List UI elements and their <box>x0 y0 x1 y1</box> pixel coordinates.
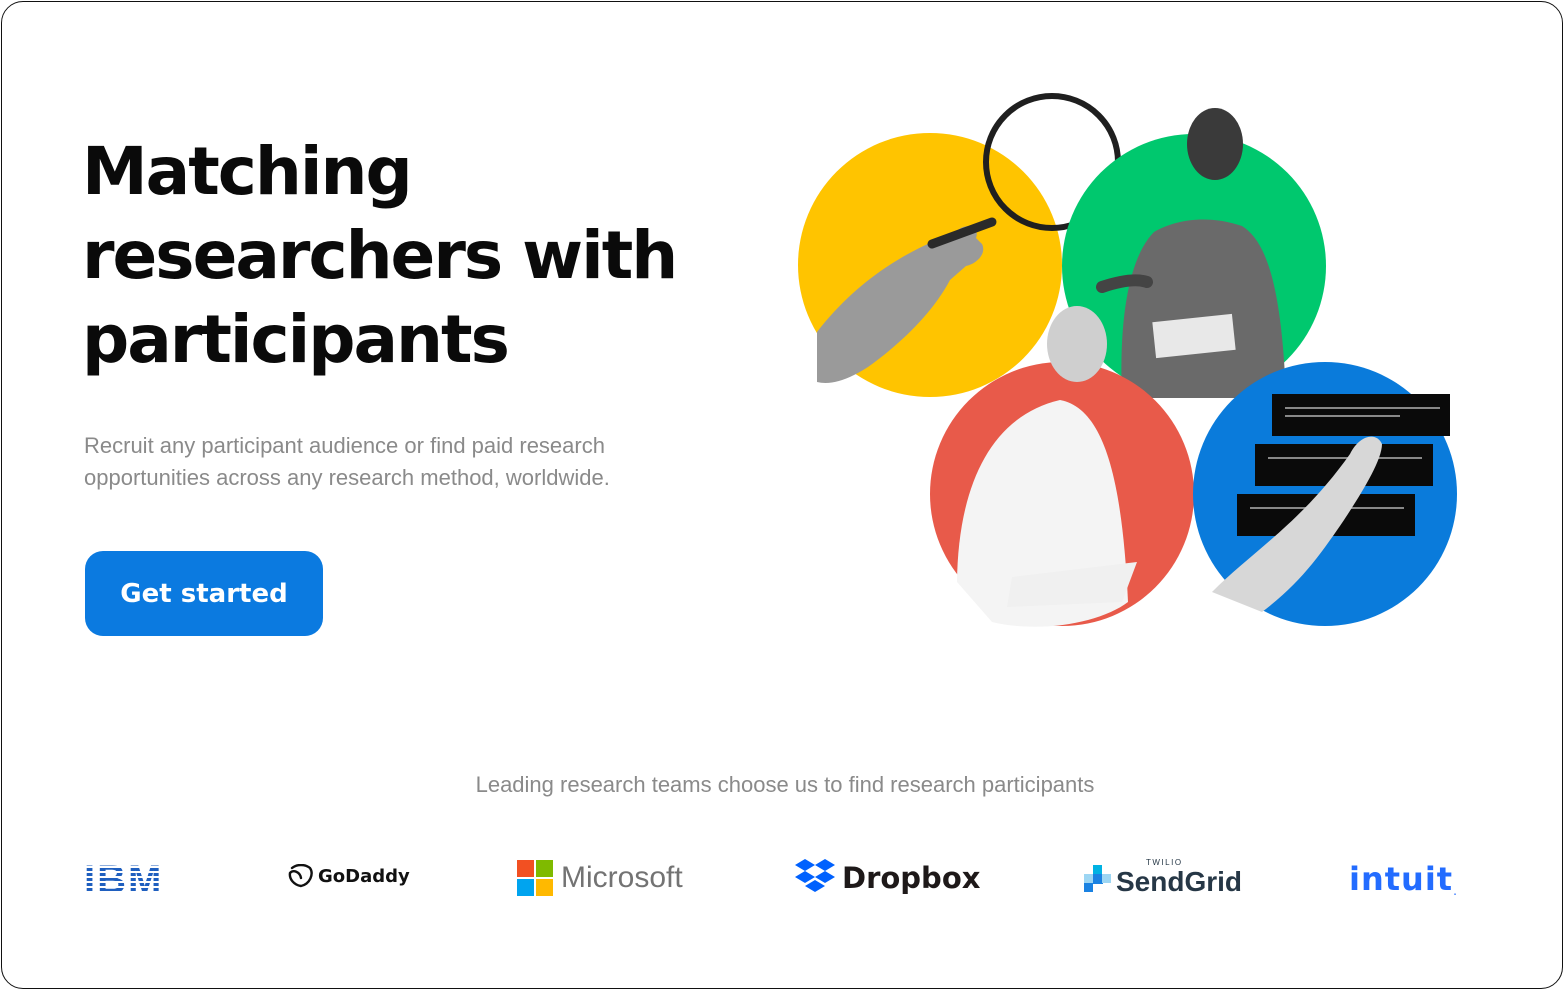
microsoft-logo: Microsoft <box>517 860 683 896</box>
hero-title-line: Matching <box>82 133 413 210</box>
person-icon <box>1047 306 1107 382</box>
sendgrid-twilio-text: TWILIO <box>1146 858 1183 867</box>
dropbox-logo-text: Dropbox <box>842 861 981 895</box>
get-started-button[interactable]: Get started <box>85 551 323 636</box>
godaddy-logo: GoDaddy <box>288 864 410 888</box>
intuit-logo-text: intuit <box>1349 860 1454 898</box>
intuit-trademark: . <box>1453 884 1457 898</box>
hero-illustration <box>798 93 1457 627</box>
sendgrid-icon <box>1084 865 1111 892</box>
hero-title: Matching researchers with participants <box>82 130 762 382</box>
dropbox-logo: Dropbox <box>794 859 980 897</box>
hero-subtitle-line: Recruit any participant audience or find… <box>84 433 605 458</box>
person-icon <box>1187 108 1243 180</box>
microsoft-icon <box>517 860 553 896</box>
ibm-logo: IBM <box>84 858 163 903</box>
ibm-logo-text: IBM <box>84 858 164 902</box>
hero-title-line: researchers with <box>82 217 678 294</box>
godaddy-icon <box>288 864 313 888</box>
hero-subtitle-line: opportunities across any research method… <box>84 465 610 490</box>
hero-subtitle: Recruit any participant audience or find… <box>84 430 724 494</box>
trust-caption: Leading research teams choose us to find… <box>475 772 1095 797</box>
dropbox-icon <box>795 859 835 892</box>
godaddy-logo-text: GoDaddy <box>318 865 410 887</box>
page-frame: Matching researchers with participants R… <box>1 1 1563 989</box>
blue-circle-cards <box>1193 362 1457 626</box>
sendgrid-logo: TWILIO SendGrid <box>1084 858 1242 898</box>
microsoft-logo-text: Microsoft <box>561 861 683 894</box>
intuit-logo: intuit . <box>1349 860 1457 898</box>
hero-title-line: participants <box>82 301 510 378</box>
